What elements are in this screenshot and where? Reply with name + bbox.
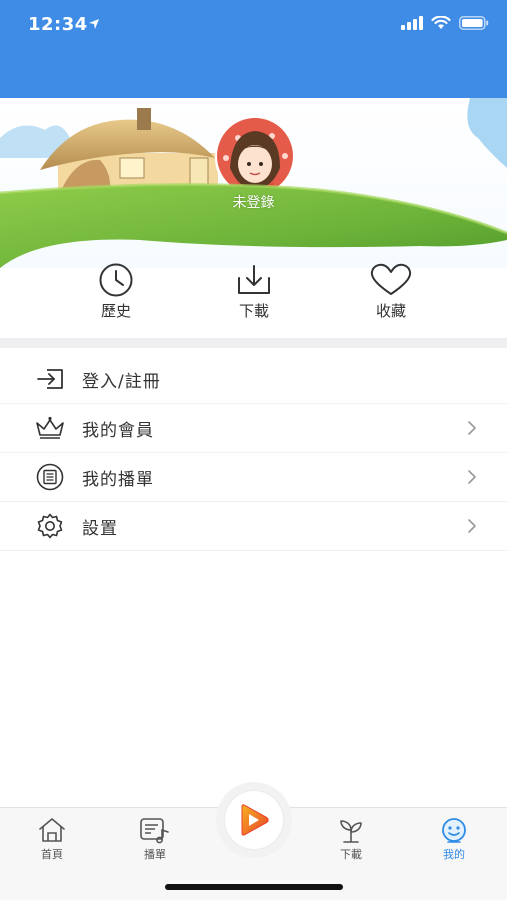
tab-home-label: 首頁 bbox=[41, 848, 63, 861]
location-arrow-icon bbox=[89, 19, 99, 29]
tab-playlist-label: 播單 bbox=[144, 848, 166, 861]
menu-item-label: 設置 bbox=[82, 518, 118, 539]
section-divider bbox=[0, 338, 507, 348]
play-icon bbox=[241, 804, 269, 836]
tab-mine[interactable]: 我的 bbox=[414, 816, 494, 862]
favorites-button[interactable]: 收藏 bbox=[346, 262, 436, 321]
crown-icon bbox=[34, 412, 66, 444]
app-header: 12:34 bbox=[0, 0, 507, 98]
signal-icon bbox=[401, 16, 423, 30]
chevron-right-icon bbox=[468, 519, 476, 533]
history-button[interactable]: 歷史 bbox=[71, 262, 161, 321]
status-icons bbox=[401, 16, 489, 30]
favorites-label: 收藏 bbox=[375, 302, 406, 320]
download-label: 下載 bbox=[238, 302, 269, 320]
tab-playlist[interactable]: 播單 bbox=[115, 816, 195, 862]
download-icon bbox=[238, 265, 270, 294]
status-time: 12:34 bbox=[28, 14, 88, 35]
menu-item-label: 登入/註冊 bbox=[82, 371, 161, 392]
login-icon bbox=[34, 363, 66, 395]
menu-item-login[interactable]: 登入/註冊 bbox=[0, 355, 507, 404]
clock-icon bbox=[99, 263, 133, 297]
menu-list: 登入/註冊 我的會員 我的播單 設置 bbox=[0, 355, 507, 551]
tab-mine-label: 我的 bbox=[443, 848, 465, 861]
banner-illustration bbox=[0, 98, 507, 268]
playlist-icon bbox=[34, 461, 66, 493]
home-indicator bbox=[165, 884, 343, 890]
chevron-right-icon bbox=[468, 470, 476, 484]
profile-banner bbox=[0, 98, 507, 268]
menu-item-label: 我的播單 bbox=[82, 469, 154, 490]
menu-item-label: 我的會員 bbox=[82, 420, 154, 441]
heart-icon bbox=[370, 263, 412, 295]
login-status-label[interactable]: 未登錄 bbox=[0, 192, 507, 212]
menu-item-settings[interactable]: 設置 bbox=[0, 502, 507, 551]
wifi-icon bbox=[431, 16, 451, 29]
home-icon bbox=[39, 818, 65, 842]
chevron-right-icon bbox=[468, 421, 476, 435]
tab-download-label: 下載 bbox=[340, 848, 362, 861]
play-button[interactable] bbox=[225, 791, 283, 849]
download-button[interactable]: 下載 bbox=[209, 262, 299, 321]
tab-download[interactable]: 下載 bbox=[311, 816, 391, 862]
menu-item-playlist[interactable]: 我的播單 bbox=[0, 453, 507, 502]
playlist-note-icon bbox=[140, 818, 169, 844]
gear-icon bbox=[34, 510, 66, 542]
tab-home[interactable]: 首頁 bbox=[12, 816, 92, 862]
quick-actions: 歷史 下載 收藏 bbox=[0, 262, 507, 338]
my-page-screen: 12:34 未登錄 歷史 下載 收藏 登入/註冊 我的會員 我的播單 設置 首頁… bbox=[0, 0, 507, 900]
player-button-wrapper bbox=[216, 782, 292, 858]
history-label: 歷史 bbox=[100, 302, 131, 320]
sprout-icon bbox=[340, 820, 362, 843]
smiley-icon bbox=[442, 818, 466, 843]
battery-icon bbox=[459, 16, 489, 30]
menu-item-membership[interactable]: 我的會員 bbox=[0, 404, 507, 453]
